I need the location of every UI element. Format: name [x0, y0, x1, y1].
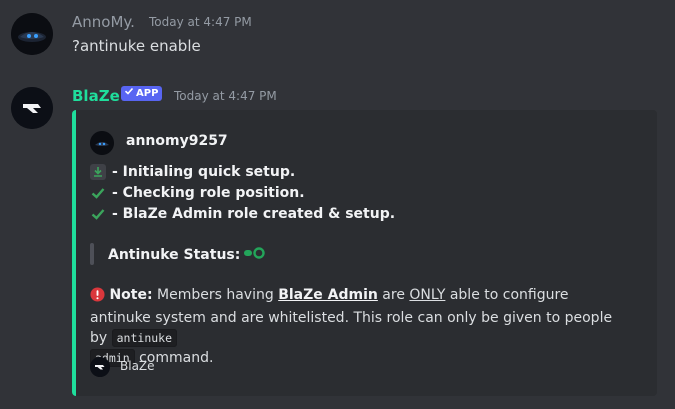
step-line: - Initialing quick setup.: [90, 164, 295, 180]
note-text: Members having: [152, 287, 279, 303]
note-label: Note:: [109, 287, 153, 303]
footer-icon: [90, 357, 110, 377]
embed-author-avatar: [90, 131, 114, 155]
check-icon: [90, 185, 106, 201]
step-text: - Initialing quick setup.: [112, 164, 296, 180]
avatar-annomy[interactable]: [11, 13, 53, 55]
embed-footer: BlaZe: [120, 359, 155, 373]
timestamp: Today at 4:47 PM: [149, 15, 252, 29]
embed-author-name[interactable]: annomy9257: [126, 133, 228, 149]
download-icon: [90, 164, 106, 180]
toggle-on-icon: [244, 247, 266, 263]
timestamp: Today at 4:47 PM: [174, 89, 277, 103]
role-name: BlaZe Admin: [278, 287, 378, 303]
step-text: - BlaZe Admin role created & setup.: [112, 206, 396, 222]
status-label: Antinuke Status:: [108, 247, 241, 263]
avatar-blaze[interactable]: [11, 87, 53, 129]
author-name[interactable]: AnnoMy.: [72, 13, 135, 31]
step-line: - Checking role position.: [90, 185, 305, 201]
note-text: are: [377, 287, 410, 303]
step-text: - Checking role position.: [112, 185, 305, 201]
inline-code: antinuke: [111, 329, 178, 347]
author-name[interactable]: BlaZe: [72, 87, 120, 105]
note-only: ONLY: [409, 287, 446, 303]
note-paragraph: Note: Members having BlaZe Admin are ONL…: [90, 285, 630, 368]
embed-accent-bar: [72, 110, 76, 396]
alert-icon: [90, 287, 105, 308]
app-badge: APP: [121, 86, 163, 101]
check-icon: [90, 206, 106, 222]
message-content: ?antinuke enable: [72, 37, 201, 55]
embed: annomy9257 - Initialing quick setup. - C…: [72, 110, 657, 396]
badge-label: APP: [136, 88, 159, 99]
check-icon: [124, 86, 134, 101]
step-line: - BlaZe Admin role created & setup.: [90, 206, 395, 222]
antinuke-status: Antinuke Status:: [108, 247, 266, 263]
blockquote-bar: [90, 243, 94, 265]
